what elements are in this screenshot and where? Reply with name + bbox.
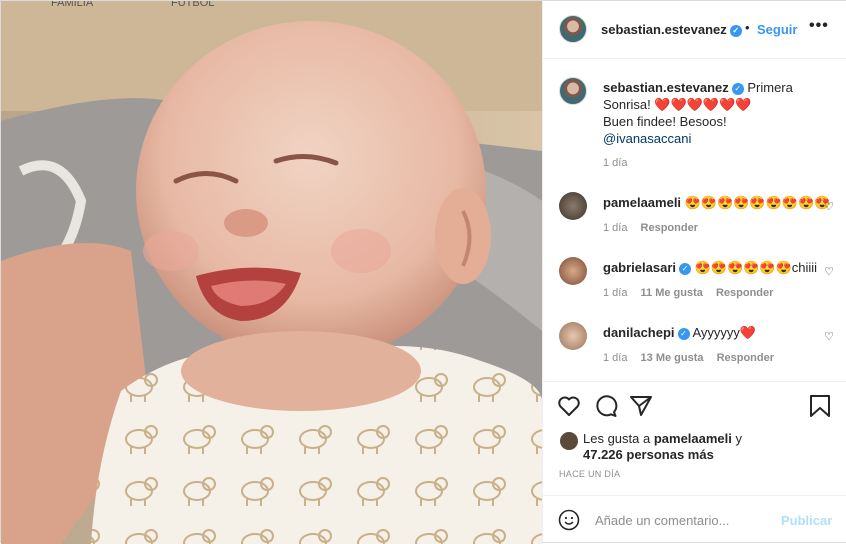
comment-reply-button[interactable]: Responder bbox=[641, 222, 698, 234]
heart-icon[interactable] bbox=[557, 394, 581, 418]
comment-like-heart-icon[interactable]: ♡ bbox=[824, 200, 834, 213]
share-icon[interactable] bbox=[629, 394, 653, 418]
comment-icon[interactable] bbox=[594, 394, 618, 418]
comment-time[interactable]: 1 día bbox=[603, 222, 627, 234]
post-actions-bar bbox=[543, 381, 846, 432]
caption-username[interactable]: sebastian.estevanez bbox=[603, 80, 729, 95]
photo-label-1: FAMILIA bbox=[51, 1, 94, 9]
comment-item: danilachepi ✓ Ayyyyyy❤️ 1 día 13 Me gusta… bbox=[559, 322, 834, 372]
likes-count[interactable]: 47.226 personas más bbox=[583, 447, 714, 462]
caption-line1: Primera bbox=[747, 80, 793, 95]
comment-username[interactable]: danilachepi bbox=[603, 325, 675, 340]
comment-meta: 1 día 11 Me gusta Responder bbox=[603, 287, 783, 299]
more-options-icon[interactable]: ••• bbox=[809, 17, 829, 35]
emoji-icon[interactable] bbox=[558, 509, 580, 531]
comment-body: 😍😍😍😍😍😍😍😍😍 bbox=[684, 195, 831, 210]
comment-time[interactable]: 1 día bbox=[603, 352, 627, 364]
post-header: sebastian.estevanez ✓ • Seguir ••• bbox=[543, 1, 846, 59]
verified-badge-icon: ✓ bbox=[679, 262, 691, 275]
comment-meta: 1 día 13 Me gusta Responder bbox=[603, 352, 784, 364]
comment-reply-button[interactable]: Responder bbox=[716, 287, 773, 299]
comment-like-heart-icon[interactable]: ♡ bbox=[824, 265, 834, 278]
photo-label-2: FUTBOL bbox=[171, 1, 214, 9]
post-age[interactable]: HACE UN DÍA bbox=[559, 469, 620, 479]
comment-input[interactable]: Añade un comentario... bbox=[595, 513, 729, 528]
commenter-avatar[interactable] bbox=[559, 192, 587, 220]
commenter-avatar[interactable] bbox=[559, 322, 587, 350]
caption-time[interactable]: 1 día bbox=[603, 157, 627, 169]
comment-likes-count[interactable]: 13 Me gusta bbox=[641, 352, 704, 364]
comment-body: 😍😍😍😍😍😍chiiii bbox=[694, 260, 818, 275]
likes-prefix: Les gusta a bbox=[583, 431, 651, 446]
comment-username[interactable]: gabrielasari bbox=[603, 260, 676, 275]
publish-button[interactable]: Publicar bbox=[781, 513, 832, 528]
verified-badge-icon: ✓ bbox=[729, 24, 742, 37]
caption-author-avatar[interactable] bbox=[559, 77, 587, 105]
liker-avatar[interactable] bbox=[559, 431, 579, 451]
comment-text: pamelaameli 😍😍😍😍😍😍😍😍😍 bbox=[603, 195, 830, 211]
likes-line1: Les gusta a pamelaameli y bbox=[583, 431, 742, 446]
comment-text: gabrielasari ✓ 😍😍😍😍😍😍chiiii bbox=[603, 260, 817, 276]
likes-user[interactable]: pamelaameli bbox=[654, 431, 732, 446]
caption-line2: Sonrisa! ❤️❤️❤️❤️❤️❤️ bbox=[603, 97, 752, 112]
post-side-panel: sebastian.estevanez ✓ • Seguir ••• sebast… bbox=[542, 1, 846, 542]
baby-photo-illustration: FAMILIA FUTBOL bbox=[1, 1, 542, 544]
comment-item: pamelaameli 😍😍😍😍😍😍😍😍😍 1 día Responder ♡ bbox=[559, 192, 834, 242]
comment-reply-button[interactable]: Responder bbox=[717, 352, 774, 364]
comment-body: Ayyyyyy❤️ bbox=[692, 325, 757, 340]
comment-text: danilachepi ✓ Ayyyyyy❤️ bbox=[603, 325, 756, 341]
caption-line3: Buen findee! Besoos! bbox=[603, 114, 727, 129]
verified-badge-icon: ✓ bbox=[731, 82, 744, 95]
commenter-avatar[interactable] bbox=[559, 257, 587, 285]
comment-username[interactable]: pamelaameli bbox=[603, 195, 681, 210]
follow-button[interactable]: Seguir bbox=[757, 22, 797, 37]
author-avatar[interactable] bbox=[559, 15, 587, 43]
comment-likes-count[interactable]: 11 Me gusta bbox=[641, 287, 703, 299]
post-modal: FAMILIA FUTBOL sebastian.estevanez ✓ • Se… bbox=[0, 0, 846, 544]
author-username[interactable]: sebastian.estevanez ✓ bbox=[601, 22, 742, 37]
comment-meta: 1 día Responder bbox=[603, 222, 708, 234]
caption-text: sebastian.estevanez ✓ Primera Sonrisa! ❤️… bbox=[603, 79, 833, 147]
comment-like-heart-icon[interactable]: ♡ bbox=[824, 330, 834, 343]
add-comment-bar: Añade un comentario... Publicar bbox=[543, 495, 846, 543]
caption-mention-link[interactable]: @ivanasaccani bbox=[603, 131, 691, 146]
comment-item: gabrielasari ✓ 😍😍😍😍😍😍chiiii 1 día 11 Me g… bbox=[559, 257, 834, 307]
bookmark-icon[interactable] bbox=[809, 394, 831, 418]
comment-time[interactable]: 1 día bbox=[603, 287, 627, 299]
likes-connector: y bbox=[735, 431, 743, 446]
verified-badge-icon: ✓ bbox=[677, 327, 690, 340]
post-photo[interactable]: FAMILIA FUTBOL bbox=[1, 1, 542, 544]
header-separator: • bbox=[745, 20, 750, 35]
